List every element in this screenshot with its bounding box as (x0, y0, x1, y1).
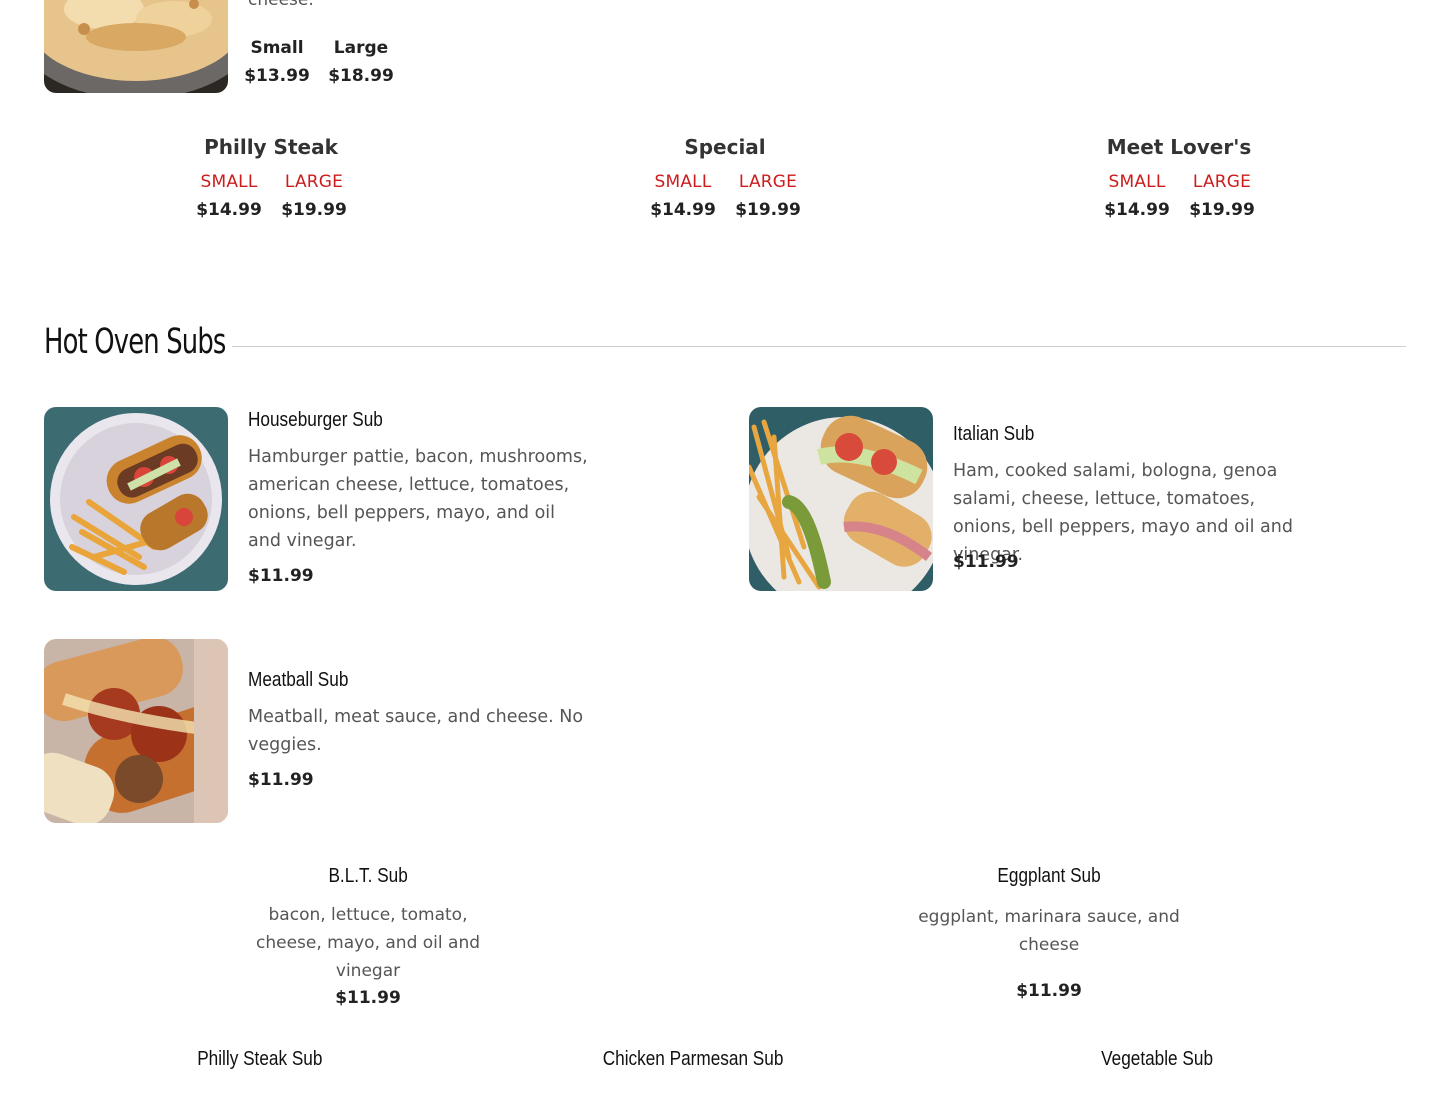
item-title: Philly Steak Sub (197, 1048, 323, 1070)
large-price: $19.99 (735, 200, 801, 220)
pizza-size-small-price: $13.99 (244, 66, 310, 86)
item-title: Eggplant Sub (997, 865, 1101, 887)
item-title: Chicken Parmesan Sub (602, 1048, 784, 1070)
small-price: $14.99 (196, 200, 262, 220)
item-price: $11.99 (248, 566, 314, 586)
pizza-size-small-label: Small (250, 38, 304, 58)
large-label: LARGE (284, 172, 344, 192)
item-price: $11.99 (248, 770, 314, 790)
pizza-size-large-price: $18.99 (328, 66, 394, 86)
item-price: $11.99 (335, 988, 401, 1008)
pizza-size-large-label: Large (333, 38, 389, 58)
item-price: $11.99 (953, 552, 1019, 572)
small-label: SMALL (1108, 172, 1166, 192)
pizza-name: Meet Lover's (1106, 135, 1252, 159)
large-price: $19.99 (1189, 200, 1255, 220)
large-price: $19.99 (281, 200, 347, 220)
item-description: bacon, lettuce, tomato, cheese, mayo, an… (255, 905, 481, 981)
item-title: B.L.T. Sub (328, 865, 408, 887)
small-label: SMALL (200, 172, 258, 192)
small-label: SMALL (654, 172, 712, 192)
item-description: Hamburger pattie, bacon, mushrooms, amer… (248, 447, 588, 551)
item-title: Vegetable Sub (1101, 1048, 1213, 1070)
large-label: LARGE (738, 172, 798, 192)
section-divider (232, 346, 1406, 347)
large-label: LARGE (1192, 172, 1252, 192)
section-title-hot-oven-subs: Hot Oven Subs (44, 322, 226, 362)
houseburger-sub-photo (44, 407, 228, 591)
item-description: Meatball, meat sauce, and cheese. No veg… (248, 707, 584, 755)
item-title: Houseburger Sub (248, 409, 383, 431)
small-price: $14.99 (1104, 200, 1170, 220)
pizza-name: Special (684, 135, 766, 159)
item-price: $11.99 (1016, 981, 1082, 1001)
pizza-desc-fragment: cheese. (248, 0, 314, 10)
italian-sub-photo (749, 407, 933, 591)
item-title: Italian Sub (953, 423, 1035, 445)
item-description: eggplant, marinara sauce, and cheese (918, 907, 1180, 955)
item-title: Meatball Sub (248, 669, 349, 691)
pizza-photo (44, 0, 228, 93)
meatball-sub-photo (44, 639, 228, 823)
pizza-name: Philly Steak (204, 135, 338, 159)
small-price: $14.99 (650, 200, 716, 220)
